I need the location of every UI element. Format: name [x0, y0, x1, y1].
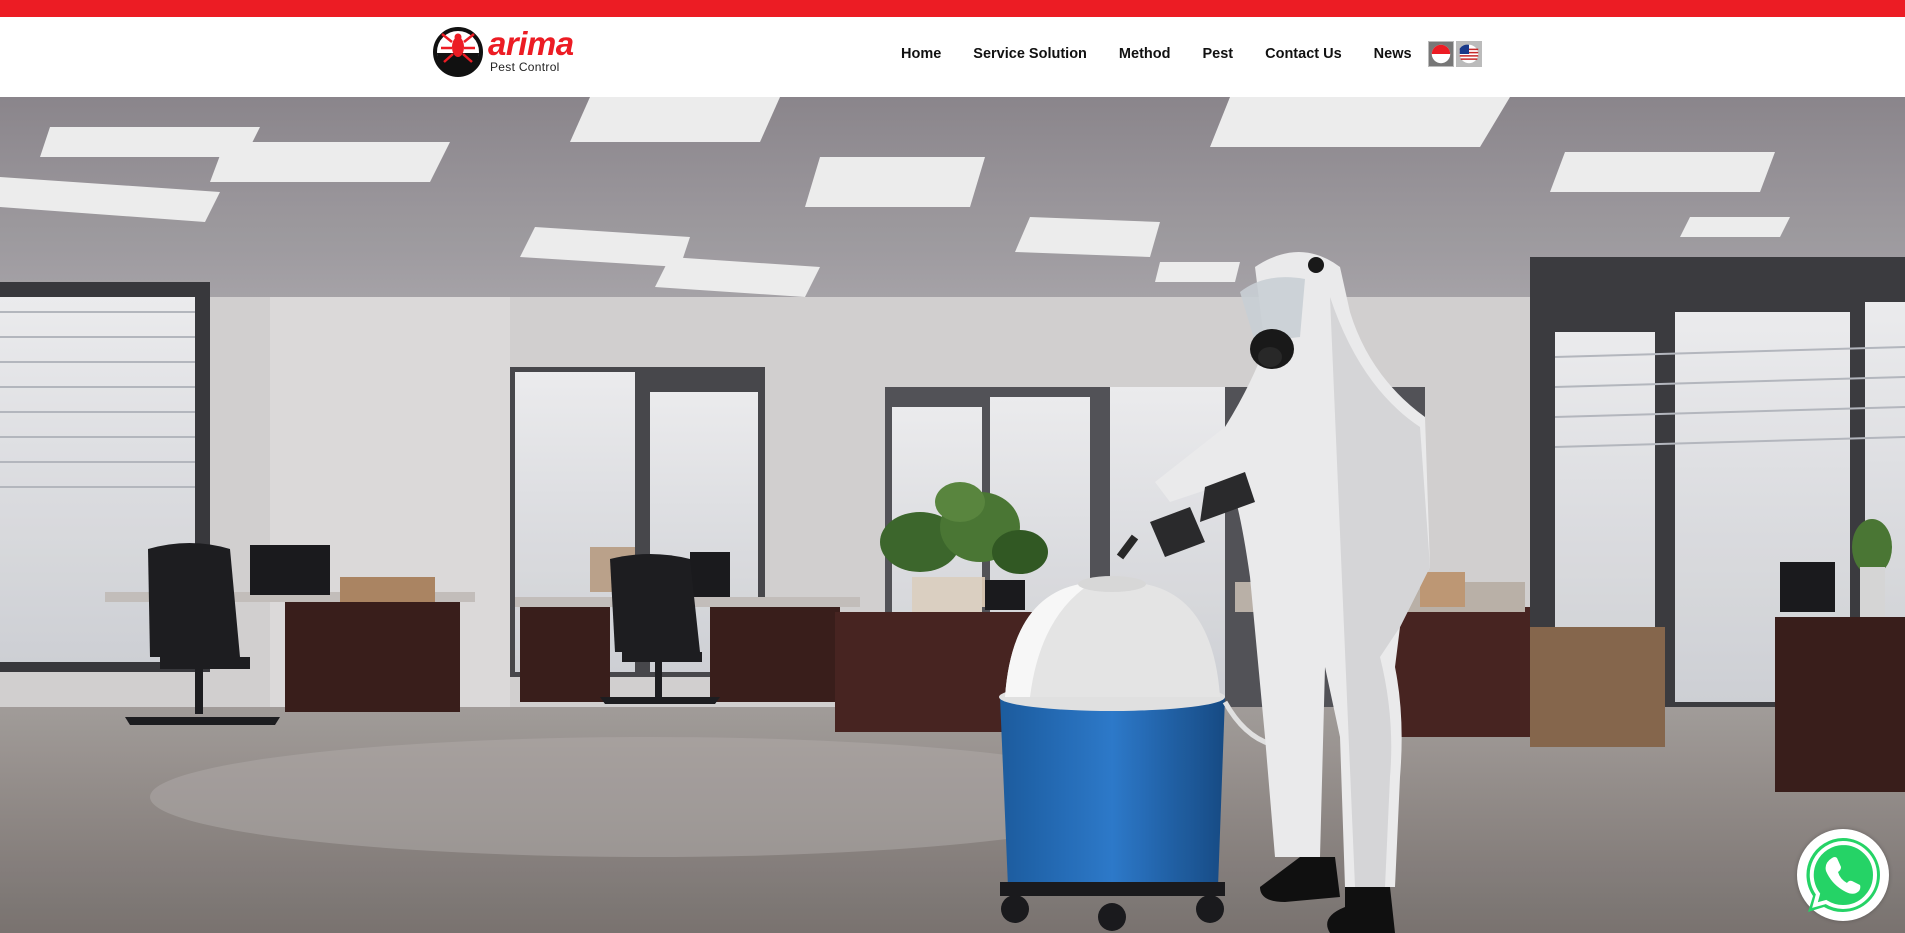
usa-flag-icon[interactable]	[1455, 41, 1482, 67]
hero-image	[0, 97, 1905, 933]
hero-banner	[0, 97, 1905, 933]
indonesia-flag-icon[interactable]	[1427, 41, 1454, 67]
logo-wordmark: arima	[488, 25, 574, 62]
whatsapp-icon	[1806, 838, 1880, 913]
top-accent-bar	[0, 0, 1905, 17]
language-switcher	[1427, 41, 1482, 67]
nav-service-solution[interactable]: Service Solution	[973, 46, 1087, 62]
main-nav: Home Service Solution Method Pest Contac…	[885, 41, 1482, 67]
site-header: arima Pest Control Home Service Solution…	[0, 17, 1905, 97]
nav-news[interactable]: News	[1374, 46, 1412, 62]
nav-pest[interactable]: Pest	[1202, 46, 1233, 62]
site-logo[interactable]: arima Pest Control	[432, 26, 582, 78]
nav-home[interactable]: Home	[901, 46, 941, 62]
logo-tagline: Pest Control	[490, 60, 560, 74]
whatsapp-button[interactable]	[1797, 829, 1889, 921]
nav-contact-us[interactable]: Contact Us	[1265, 46, 1342, 62]
nav-method[interactable]: Method	[1119, 46, 1171, 62]
logo-icon	[433, 27, 483, 77]
